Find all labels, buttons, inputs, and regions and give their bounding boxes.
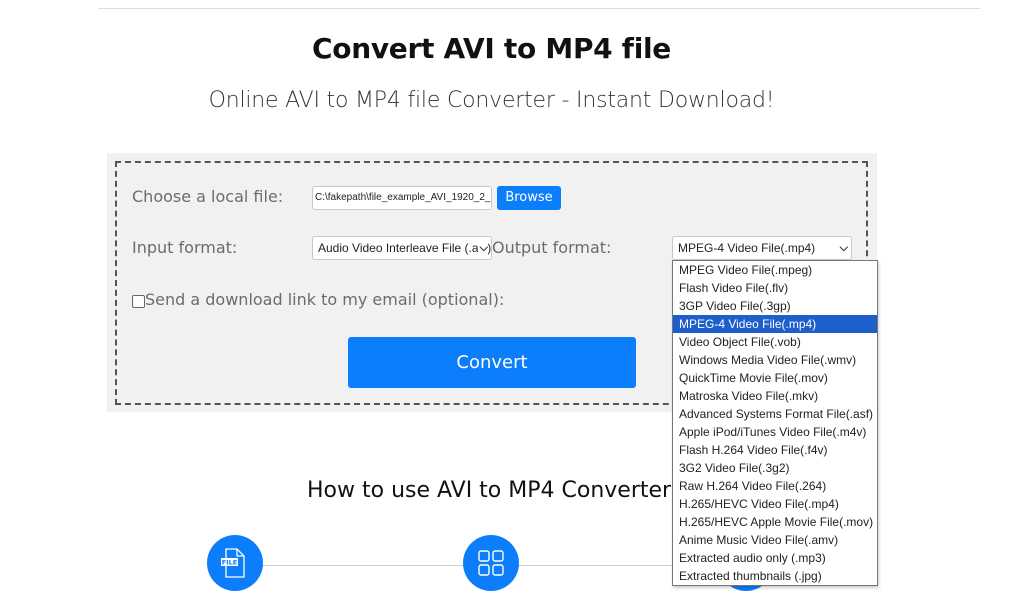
- dropdown-option[interactable]: Flash Video File(.flv): [673, 279, 877, 297]
- chevron-down-icon: ⌵: [477, 237, 488, 259]
- dropdown-option[interactable]: H.265/HEVC Video File(.mp4): [673, 495, 877, 513]
- step-2: [463, 535, 519, 591]
- dropdown-option[interactable]: Extracted audio only (.mp3): [673, 549, 877, 567]
- output-format-label: Output format:: [492, 238, 612, 257]
- email-checkbox-label: Send a download link to my email (option…: [145, 290, 505, 309]
- page-subtitle: Online AVI to MP4 file Converter - Insta…: [208, 88, 775, 113]
- input-format-label: Input format:: [132, 238, 238, 257]
- dropdown-option[interactable]: Anime Music Video File(.amv): [673, 531, 877, 549]
- top-divider: [98, 8, 980, 9]
- grid-icon: [478, 550, 504, 576]
- dropdown-option[interactable]: H.265/HEVC Apple Movie File(.mov): [673, 513, 877, 531]
- dropdown-option[interactable]: Advanced Systems Format File(.asf): [673, 405, 877, 423]
- chevron-down-icon: ⌵: [837, 237, 848, 259]
- output-format-select[interactable]: MPEG-4 Video File(.mp4) ⌵: [672, 236, 852, 260]
- howto-title: How to use AVI to MP4 Converter: [307, 478, 672, 503]
- dropdown-option[interactable]: Raw H.264 Video File(.264): [673, 477, 877, 495]
- file-path-input[interactable]: C:\fakepath\file_example_AVI_1920_2_3MG.…: [312, 186, 492, 210]
- dropdown-option[interactable]: Windows Media Video File(.wmv): [673, 351, 877, 369]
- file-icon: FILE: [221, 548, 245, 578]
- output-format-value: MPEG-4 Video File(.mp4): [678, 241, 816, 255]
- dropdown-option[interactable]: QuickTime Movie File(.mov): [673, 369, 877, 387]
- convert-button[interactable]: Convert: [348, 337, 636, 388]
- dropdown-option[interactable]: Matroska Video File(.mkv): [673, 387, 877, 405]
- step-1: FILE: [207, 535, 263, 591]
- dropdown-option[interactable]: Apple iPod/iTunes Video File(.m4v): [673, 423, 877, 441]
- dropdown-option[interactable]: Flash H.264 Video File(.f4v): [673, 441, 877, 459]
- dropdown-option[interactable]: Extracted thumbnails (.jpg): [673, 567, 877, 585]
- input-format-select[interactable]: Audio Video Interleave File (.avi) ⌵: [312, 236, 492, 260]
- file-badge: FILE: [222, 559, 237, 567]
- dropdown-option[interactable]: Video Object File(.vob): [673, 333, 877, 351]
- email-checkbox[interactable]: [132, 294, 145, 308]
- dropdown-option[interactable]: MPEG-4 Video File(.mp4): [673, 315, 877, 333]
- email-option: Send a download link to my email (option…: [132, 290, 504, 309]
- browse-button[interactable]: Browse: [497, 186, 561, 210]
- page-title: Convert AVI to MP4 file: [312, 32, 671, 65]
- dropdown-option[interactable]: 3GP Video File(.3gp): [673, 297, 877, 315]
- output-format-dropdown-list[interactable]: MPEG Video File(.mpeg) Flash Video File(.…: [672, 260, 878, 586]
- input-format-value: Audio Video Interleave File (.avi): [318, 241, 492, 255]
- file-label: Choose a local file:: [132, 187, 284, 206]
- dropdown-option[interactable]: MPEG Video File(.mpeg): [673, 261, 877, 279]
- dropdown-option[interactable]: 3G2 Video File(.3g2): [673, 459, 877, 477]
